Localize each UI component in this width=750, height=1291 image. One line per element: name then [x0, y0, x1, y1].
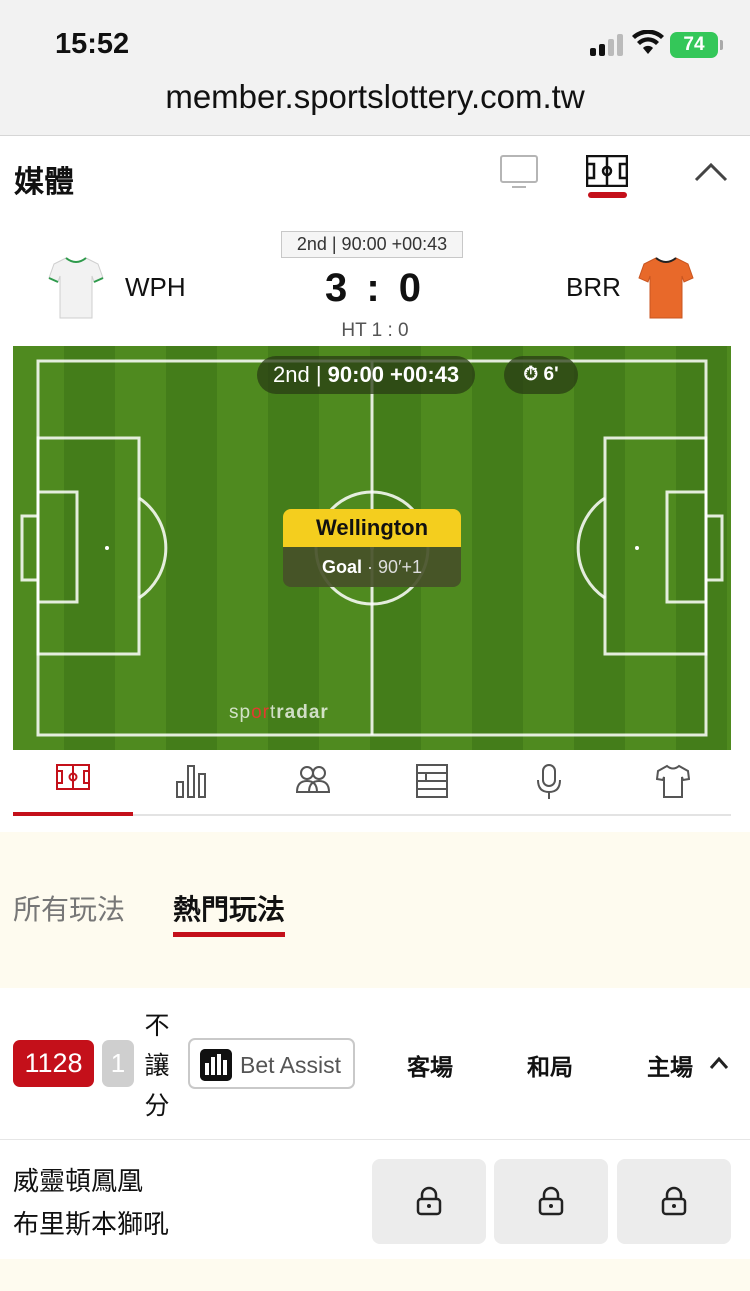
goal-event-card: Wellington Goal · 90′+1 — [283, 509, 461, 587]
event-team: Wellington — [283, 509, 461, 547]
chevron-up-icon[interactable] — [694, 161, 728, 183]
odds-draw-button[interactable] — [494, 1159, 608, 1244]
tab-stats[interactable] — [133, 750, 253, 814]
media-header: 媒體 — [0, 137, 750, 215]
lineup-icon — [296, 766, 330, 793]
halftime-score: HT 1 : 0 — [341, 320, 409, 341]
col-home: 主場 — [647, 1055, 693, 1081]
tab-popular-plays[interactable]: 熱門玩法 — [173, 888, 285, 928]
sportradar-logo: sportradar — [229, 702, 329, 723]
bottom-strip — [0, 1259, 750, 1291]
play-type-tabs: 所有玩法 熱門玩法 — [0, 832, 750, 988]
battery-indicator: 74 — [670, 32, 723, 58]
lock-icon — [538, 1186, 564, 1216]
pitch-clock: 2nd | 90:00 +00:43 — [257, 356, 476, 394]
tab-kit[interactable] — [613, 750, 733, 814]
event-info: Goal · 90′+1 — [283, 547, 461, 587]
commentary-icon — [537, 764, 561, 799]
pitch-icon[interactable] — [586, 155, 628, 187]
pitch-tab-icon — [56, 764, 90, 790]
match-tracker-pitch: 2nd | 90:00 +00:43 ⏱ 6' Wellington Goal … — [13, 346, 731, 750]
chevron-up-icon[interactable] — [709, 1056, 729, 1070]
event-minute: · 90′+1 — [367, 557, 422, 577]
tv-icon[interactable] — [500, 155, 538, 189]
home-team-code: WPH — [125, 272, 186, 302]
pitch-clock-time: 90:00 +00:43 — [327, 362, 460, 387]
play-tab-indicator — [173, 932, 285, 937]
status-time: 15:52 — [55, 28, 130, 60]
pitch-period: 2nd — [273, 362, 310, 387]
stats-icon — [176, 765, 206, 798]
away-jersey-icon — [638, 257, 694, 319]
event-type: Goal — [322, 557, 363, 577]
tab-lineup[interactable] — [253, 750, 373, 814]
cellular-signal-icon — [590, 34, 626, 56]
media-title: 媒體 — [14, 165, 74, 200]
tab-pitch[interactable] — [13, 750, 133, 816]
bet-assist-button[interactable]: Bet Assist — [188, 1038, 355, 1089]
lock-icon — [416, 1186, 442, 1216]
match-id-badge: 1128 — [13, 1040, 94, 1087]
stoppage-timer: ⏱ 6' — [504, 356, 578, 394]
home-jersey-icon — [48, 257, 104, 319]
odds-away-button[interactable] — [372, 1159, 486, 1244]
media-tab-indicator — [588, 192, 627, 198]
match-row: 威靈頓鳳凰 布里斯本獅吼 — [0, 1141, 750, 1259]
tab-all-plays[interactable]: 所有玩法 — [13, 888, 125, 928]
team-2-name: 布里斯本獅吼 — [13, 1210, 170, 1240]
team-1-name: 威靈頓鳳凰 — [13, 1167, 144, 1197]
period-badge: 2nd | 90:00 +00:43 — [281, 231, 463, 258]
jersey-icon — [656, 764, 690, 798]
tab-commentary[interactable] — [493, 750, 613, 814]
stoppage-timer-value: 6' — [543, 364, 559, 385]
team-names: 威靈頓鳳凰 布里斯本獅吼 — [13, 1161, 169, 1247]
url-bar[interactable]: member.sportslottery.com.tw — [0, 78, 750, 116]
odds-home-button[interactable] — [617, 1159, 731, 1244]
battery-level: 74 — [683, 34, 705, 55]
wifi-icon — [632, 30, 664, 54]
table-icon — [416, 764, 448, 798]
col-draw: 和局 — [527, 1055, 573, 1081]
count-badge: 1 — [102, 1040, 134, 1087]
tracker-tabs — [13, 750, 731, 816]
lock-icon — [661, 1186, 687, 1216]
away-team-code: BRR — [566, 272, 621, 302]
market-header: 1128 1 不 讓 分 Bet Assist 客場 和局 主場 — [0, 988, 750, 1140]
tab-table[interactable] — [373, 750, 493, 814]
bet-assist-label: Bet Assist — [240, 1052, 341, 1078]
bet-assist-icon — [200, 1049, 232, 1081]
score: 3 : 0 — [324, 266, 426, 310]
col-away: 客場 — [407, 1055, 453, 1081]
market-name: 不 讓 分 — [144, 1011, 170, 1120]
browser-top-bar: 15:52 74 member.sportslottery.com.tw — [0, 0, 750, 136]
